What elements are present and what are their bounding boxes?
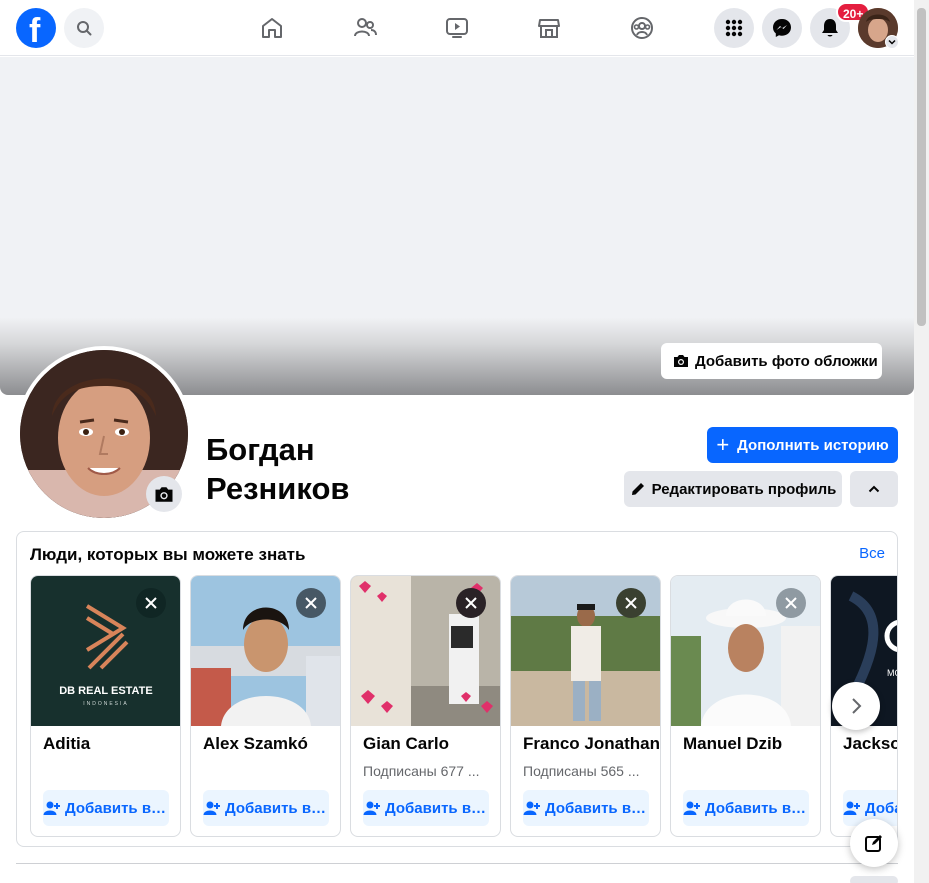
image-brand-text: DB REAL ESTATE [59, 685, 153, 697]
add-friend-label: Добавить в друзья [705, 799, 809, 817]
nav-marketplace[interactable] [533, 12, 565, 44]
suggestion-name[interactable]: Alex Szamkó [203, 734, 308, 754]
chevron-down-icon [888, 39, 896, 45]
add-friend-label: Добав [865, 799, 897, 817]
plus-icon: + [716, 432, 730, 457]
dismiss-button[interactable] [776, 588, 806, 618]
close-icon [785, 597, 797, 609]
home-icon [262, 18, 282, 38]
suggestion-name[interactable]: Jackson [843, 734, 897, 754]
section-divider [16, 863, 898, 864]
add-friend-label: Добавить в друзья [545, 799, 649, 817]
add-friend-icon [843, 801, 860, 815]
add-friend-button[interactable]: Добавить в друзья [363, 790, 489, 826]
add-to-story-button[interactable]: + Дополнить историю [707, 427, 898, 463]
pencil-icon [631, 483, 644, 495]
menu-button[interactable] [714, 8, 754, 48]
compose-icon [865, 835, 882, 852]
suggestion-name[interactable]: Aditia [43, 734, 90, 754]
messenger-icon [773, 19, 791, 37]
add-friend-icon [683, 801, 700, 815]
nav-video[interactable] [441, 12, 473, 44]
messenger-button[interactable] [762, 8, 802, 48]
suggestion-name[interactable]: Manuel Dzib [683, 734, 782, 754]
nav-friends[interactable] [349, 12, 381, 44]
add-friend-button[interactable]: Добавить в друзья [43, 790, 169, 826]
close-icon [465, 597, 477, 609]
add-friend-button[interactable]: Добавить в друзья [523, 790, 649, 826]
close-icon [625, 597, 637, 609]
camera-icon [674, 355, 688, 367]
see-all-link[interactable]: Все [859, 545, 885, 562]
collapse-button[interactable] [850, 471, 898, 507]
close-icon [305, 597, 317, 609]
add-to-story-label: Дополнить историю [737, 436, 889, 454]
pymk-title: Люди, которых вы можете знать [30, 545, 306, 564]
profile-name-line1: Богдан [206, 432, 315, 467]
people-you-may-know: Люди, которых вы можете знать Все DB REA… [16, 531, 898, 847]
suggestion-name[interactable]: Gian Carlo [363, 734, 449, 754]
video-icon [446, 18, 468, 38]
bottom-tab-hint [850, 876, 898, 883]
facebook-logo-letter: f [29, 12, 41, 50]
suggestion-name[interactable]: Franco Jonathan [523, 734, 660, 754]
image-brand-subtext: INDONESIA [83, 701, 129, 707]
edit-profile-label: Редактировать профиль [651, 480, 837, 498]
add-friend-icon [203, 801, 220, 815]
profile-name-line2: Резников [206, 471, 350, 506]
nav-groups[interactable] [626, 12, 658, 44]
suggestion-card[interactable]: Manuel Dzib Добавить в друзья [670, 575, 821, 837]
update-profile-picture-button[interactable] [146, 476, 182, 512]
add-cover-photo-label: Добавить фото обложки [695, 352, 878, 370]
facebook-logo[interactable]: f [16, 8, 56, 50]
add-friend-label: Добавить в друзья [385, 799, 489, 817]
carousel-next-button[interactable] [832, 682, 880, 730]
add-friend-icon [363, 801, 380, 815]
nav-home[interactable] [256, 12, 288, 44]
search-icon [77, 21, 92, 36]
scrollbar-thumb[interactable] [917, 8, 926, 326]
camera-icon [155, 486, 173, 502]
menu-grid-icon [725, 19, 743, 37]
add-friend-label: Добавить в друзья [225, 799, 329, 817]
suggestion-card[interactable]: Gian Carlo Подписаны 677 ... Добавить в … [350, 575, 501, 837]
add-friend-icon [523, 801, 540, 815]
profile-name: Богдан Резников [206, 430, 426, 508]
dismiss-button[interactable] [616, 588, 646, 618]
suggestion-card[interactable]: Franco Jonathan Подписаны 565 ... Добави… [510, 575, 661, 837]
image-brand-text: MODE [887, 668, 898, 678]
suggestion-card[interactable]: DB REAL ESTATE INDONESIA Aditia Добавить… [30, 575, 181, 837]
friends-icon [354, 18, 377, 37]
add-friend-button[interactable]: Добавить в друзья [683, 790, 809, 826]
marketplace-icon [538, 19, 560, 38]
mutual-followers: Подписаны 565 ... [523, 763, 640, 779]
add-cover-photo-button[interactable]: Добавить фото обложки [661, 343, 882, 379]
add-friend-button[interactable]: Добавить в друзья [203, 790, 329, 826]
edit-profile-button[interactable]: Редактировать профиль [624, 471, 842, 507]
dismiss-button[interactable] [136, 588, 166, 618]
close-icon [145, 597, 157, 609]
suggestion-card[interactable]: Alex Szamkó Добавить в друзья [190, 575, 341, 837]
mutual-followers: Подписаны 677 ... [363, 763, 480, 779]
groups-icon [631, 17, 653, 39]
add-friend-icon [43, 801, 60, 815]
dismiss-button[interactable] [296, 588, 326, 618]
chevron-right-icon [852, 698, 862, 714]
bell-icon [822, 19, 838, 37]
chevron-up-icon [868, 485, 880, 493]
account-menu-chevron[interactable] [885, 35, 899, 49]
add-friend-label: Добавить в друзья [65, 799, 169, 817]
top-navigation-bar: f 20+ [0, 0, 914, 56]
new-message-button[interactable] [850, 819, 898, 867]
search-button[interactable] [64, 8, 104, 48]
dismiss-button[interactable] [456, 588, 486, 618]
